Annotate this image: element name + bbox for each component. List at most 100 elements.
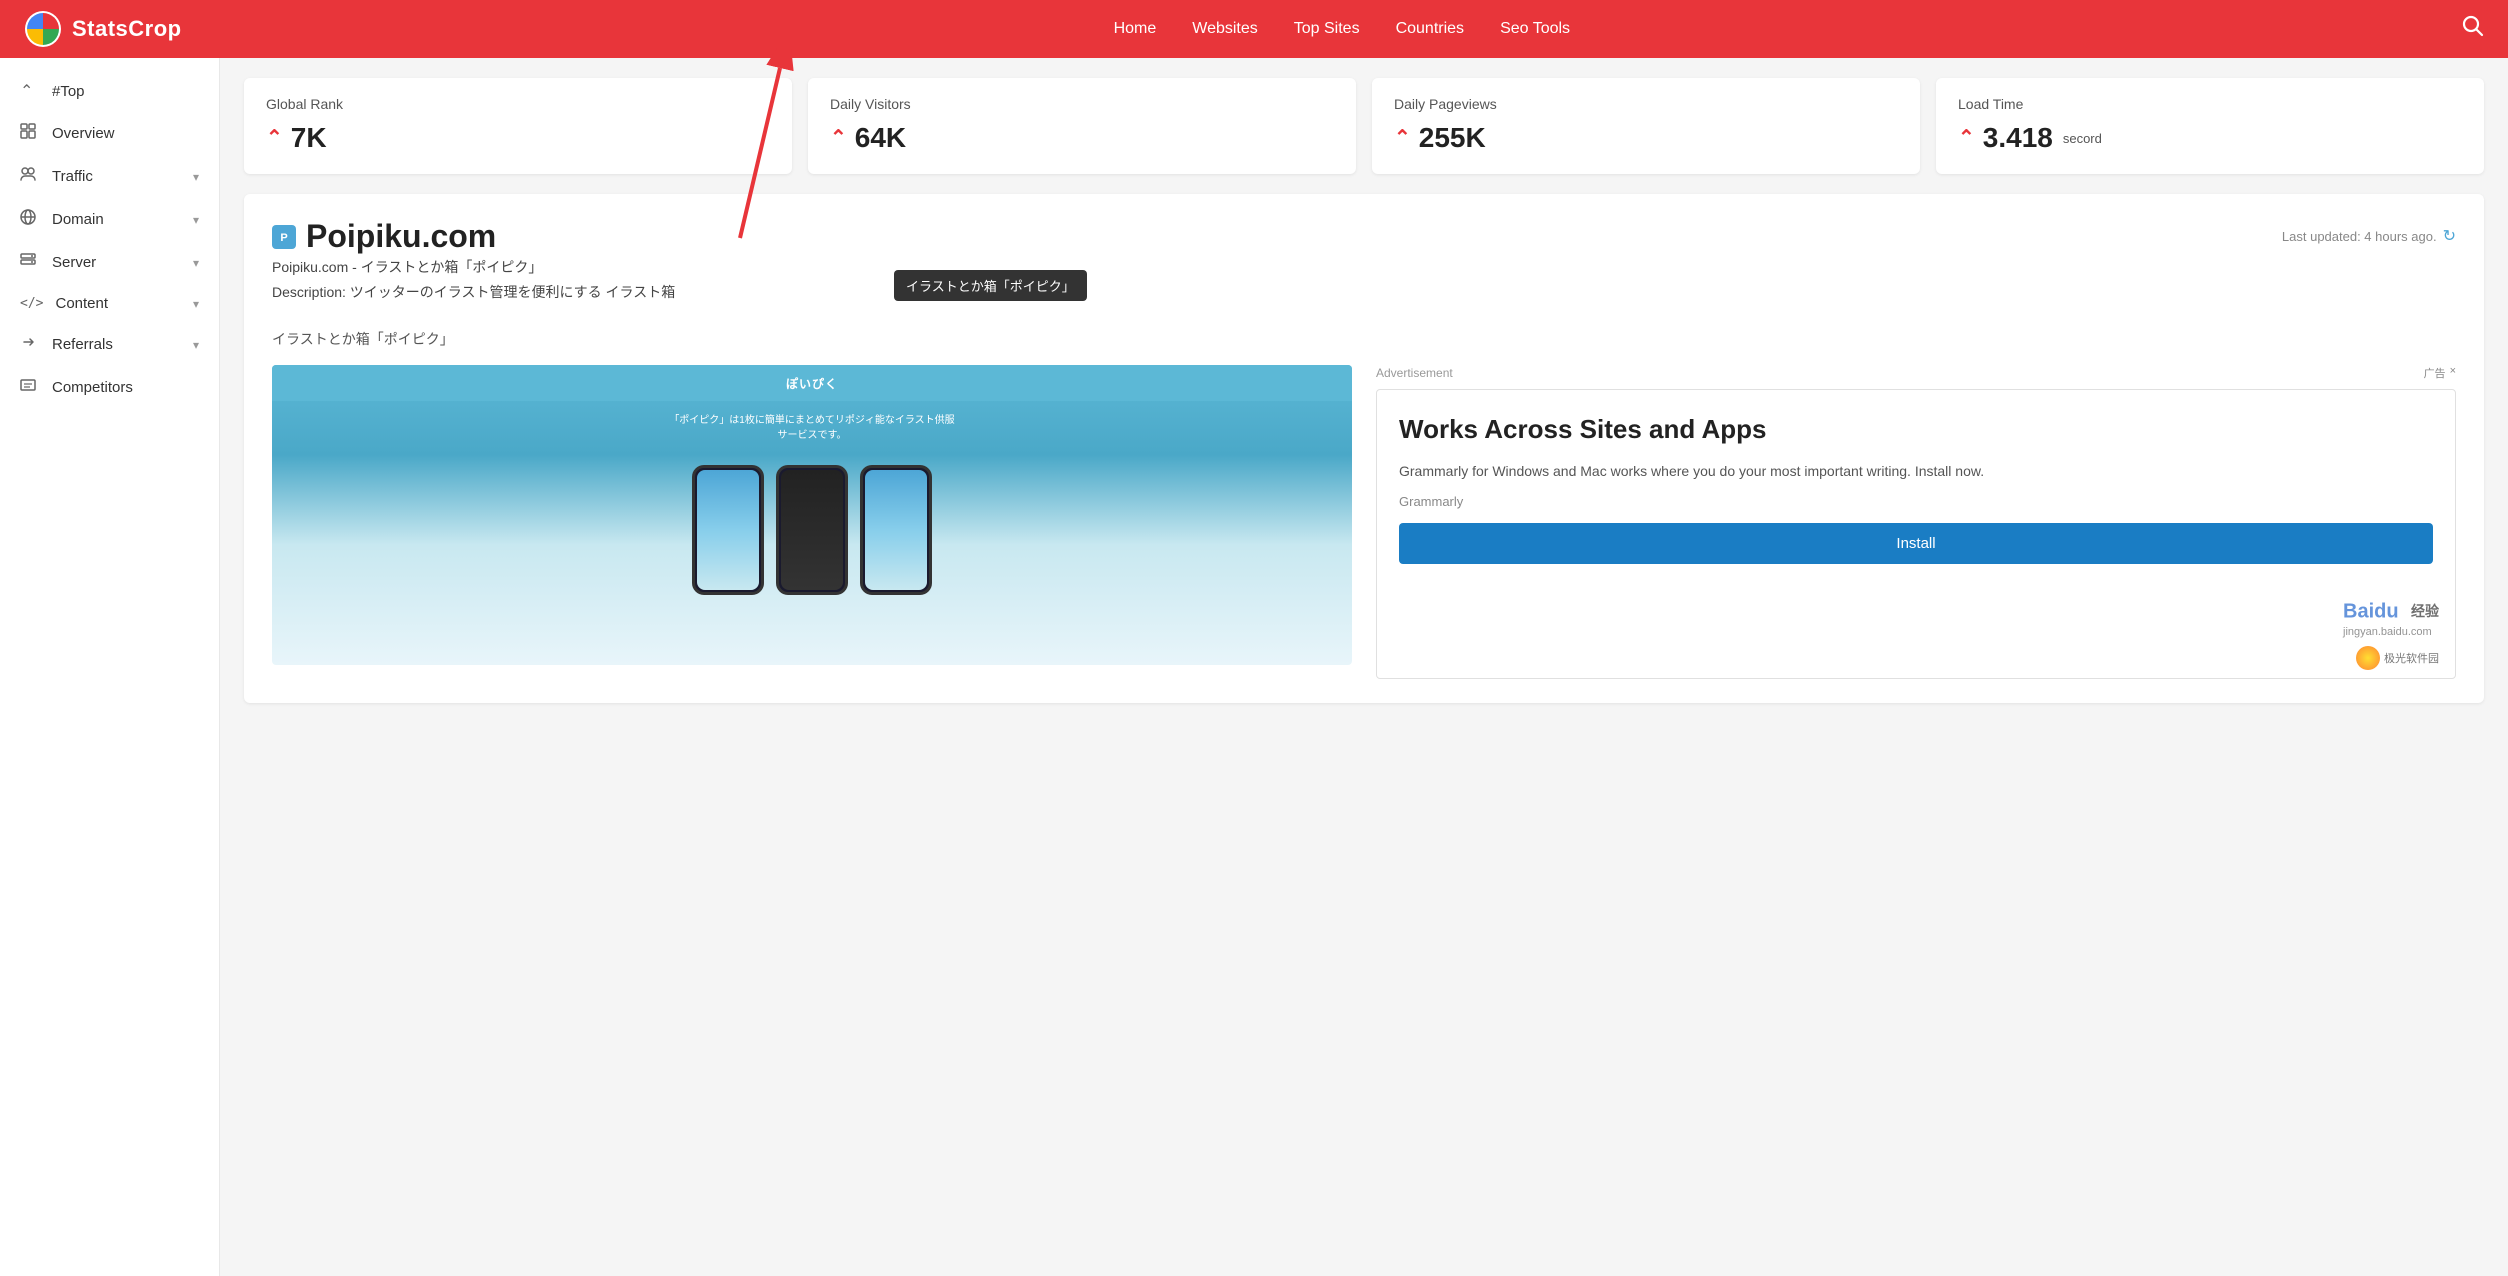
ad-close-icon[interactable]: × [2450,365,2456,381]
search-icon[interactable] [2462,15,2484,43]
last-updated: Last updated: 4 hours ago. ↻ [2282,226,2456,246]
screenshot-site-header: ぽいぴく [272,365,1352,401]
referrals-icon [20,334,40,355]
sidebar-label-referrals: Referrals [52,336,181,353]
baidu-icon: Baidu [2343,596,2403,626]
domain-chevron-icon: ▾ [193,213,199,227]
site-title-row: P Poipiku.com [272,218,675,255]
server-chevron-icon: ▾ [193,256,199,270]
sidebar-label-competitors: Competitors [52,379,199,396]
sidebar-item-domain[interactable]: Domain ▾ [0,198,219,241]
referrals-chevron-icon: ▾ [193,338,199,352]
nav-seo-tools[interactable]: Seo Tools [1500,20,1570,38]
sidebar-item-server[interactable]: Server ▾ [0,241,219,284]
screenshot-section: ぽいぴく 「ポイピク」は1枚に簡単にまとめてリポジィ能なイラスト供服サービスです… [272,365,1352,679]
sidebar-label-top: #Top [52,83,199,100]
phone-screen-3 [865,470,927,590]
nav-top-sites[interactable]: Top Sites [1294,20,1360,38]
stat-value-global-rank: ⌃ 7K [266,122,770,154]
site-description-line2: Description: ツイッターのイラスト管理を便利にする イラスト箱 [272,280,675,305]
main-panel: イラストとか箱「ポイピク」 P Poipiku.com [244,194,2484,703]
sidebar: ⌃ #Top Overview Traff [0,58,220,1276]
baidu-jingyan: 经验 [2411,601,2439,621]
ad-controls[interactable]: 广告 × [2424,365,2456,381]
server-icon [20,252,40,273]
svg-text:Baidu: Baidu [2343,601,2399,623]
tooltip-box: イラストとか箱「ポイピク」 [894,270,1087,301]
site-title: Poipiku.com [306,218,496,255]
phone-mockup-2 [776,465,848,595]
site-info-left: P Poipiku.com Poipiku.com - イラストとか箱「ポイピク… [272,218,675,321]
stat-label-load-time: Load Time [1958,96,2462,112]
domain-icon [20,209,40,230]
ad-control-label[interactable]: 广告 [2424,365,2446,381]
main-layout: ⌃ #Top Overview Traff [0,58,2508,1276]
ad-body: Grammarly for Windows and Mac works wher… [1399,460,2433,482]
sidebar-item-traffic[interactable]: Traffic ▾ [0,155,219,198]
stat-label-daily-visitors: Daily Visitors [830,96,1334,112]
svg-text:P: P [280,232,287,244]
stat-card-daily-pageviews: Daily Pageviews ⌃ 255K [1372,78,1920,174]
sidebar-label-server: Server [52,254,181,271]
ad-brand: Grammarly [1399,494,2433,509]
loadtime-arrow-icon: ⌃ [1958,128,1975,148]
stat-card-load-time: Load Time ⌃ 3.418 secord [1936,78,2484,174]
ad-box: Works Across Sites and Apps Grammarly fo… [1376,389,2456,679]
nav-links: Home Websites Top Sites Countries Seo To… [222,20,2462,38]
aurora-watermark: 极光软件园 [2356,646,2439,670]
statscrop-logo-icon [24,10,62,48]
site-section-title: イラストとか箱「ポイピク」 [272,329,2456,349]
sidebar-item-content[interactable]: </> Content ▾ [0,284,219,323]
nav-websites[interactable]: Websites [1192,20,1258,38]
content-icon: </> [20,296,43,311]
visitors-arrow-icon: ⌃ [830,128,847,148]
overview-icon [20,123,40,144]
load-time-unit: secord [2063,131,2102,146]
stat-value-daily-pageviews: ⌃ 255K [1394,122,1898,154]
stat-card-daily-visitors: Daily Visitors ⌃ 64K [808,78,1356,174]
traffic-chevron-icon: ▾ [193,170,199,184]
sidebar-label-overview: Overview [52,125,199,142]
content-chevron-icon: ▾ [193,297,199,311]
logo-area[interactable]: StatsCrop [24,10,182,48]
ad-install-button[interactable]: Install [1399,523,2433,564]
sidebar-item-overview[interactable]: Overview [0,112,219,155]
sidebar-label-content: Content [55,295,180,312]
sidebar-label-domain: Domain [52,211,181,228]
ad-section: Advertisement 广告 × Works Across Sites an… [1376,365,2456,679]
two-col-layout: ぽいぴく 「ポイピク」は1枚に簡単にまとめてリポジィ能なイラスト供服サービスです… [272,365,2456,679]
site-meta: Poipiku.com - イラストとか箱「ポイピク」 Description:… [272,255,675,305]
nav-home[interactable]: Home [1114,20,1157,38]
refresh-icon[interactable]: ↻ [2443,226,2456,246]
aurora-text: 极光软件园 [2384,650,2439,666]
ad-headline: Works Across Sites and Apps [1399,414,2433,445]
phone-mockup-1 [692,465,764,595]
phone-mockup-3 [860,465,932,595]
content-area: Global Rank ⌃ 7K Daily Visitors ⌃ 64K Da… [220,58,2508,1276]
screenshot-frame: ぽいぴく 「ポイピク」は1枚に簡単にまとめてリポジィ能なイラスト供服サービスです… [272,365,1352,665]
baidu-watermark-area: Baidu 经验 jingyan.baidu.com [2343,596,2439,638]
site-favicon: P [272,225,296,249]
nav-countries[interactable]: Countries [1396,20,1464,38]
pageviews-arrow-icon: ⌃ [1394,128,1411,148]
stat-value-daily-visitors: ⌃ 64K [830,122,1334,154]
baidu-sub-url: jingyan.baidu.com [2343,626,2439,638]
site-description-line1: Poipiku.com - イラストとか箱「ポイピク」 [272,255,675,280]
phone-mockup-row [692,465,932,595]
brand-name: StatsCrop [72,16,182,42]
stat-label-global-rank: Global Rank [266,96,770,112]
ad-label: Advertisement 广告 × [1376,365,2456,381]
traffic-icon [20,166,40,187]
rank-arrow-icon: ⌃ [266,128,283,148]
screenshot-text: 「ポイピク」は1枚に簡単にまとめてリポジィ能なイラスト供服サービスです。 [653,401,970,455]
sidebar-item-competitors[interactable]: Competitors [0,366,219,409]
navbar: StatsCrop Home Websites Top Sites Countr… [0,0,2508,58]
sidebar-item-top[interactable]: ⌃ #Top [0,70,219,112]
sidebar-item-referrals[interactable]: Referrals ▾ [0,323,219,366]
aurora-logo-icon [2356,646,2380,670]
baidu-logo-text: Baidu 经验 [2343,596,2439,626]
sidebar-label-traffic: Traffic [52,168,181,185]
favicon-icon: P [274,227,294,247]
stat-value-load-time: ⌃ 3.418 secord [1958,122,2462,154]
competitors-icon [20,377,40,398]
